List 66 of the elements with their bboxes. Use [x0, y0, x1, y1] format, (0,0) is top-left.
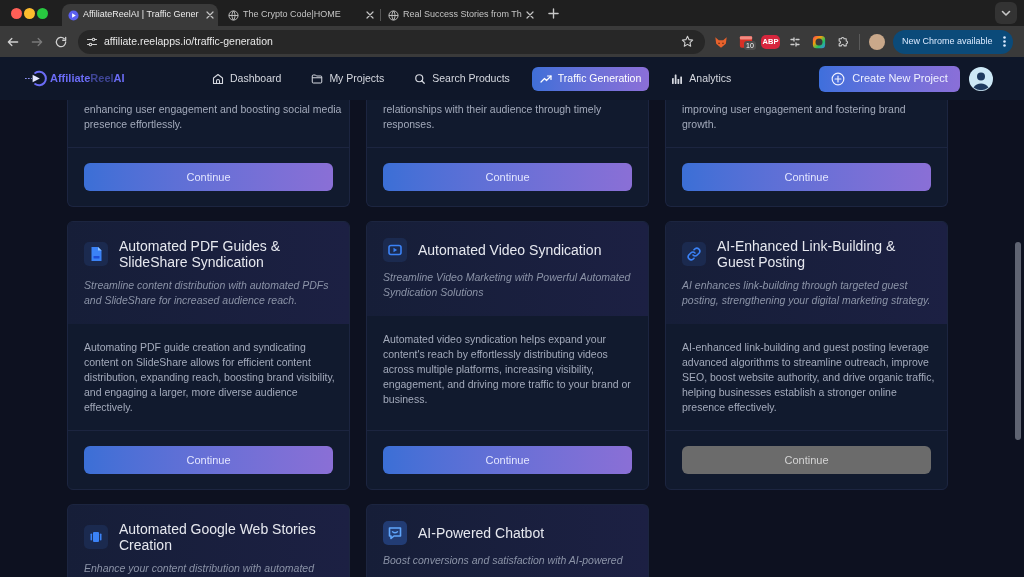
globe-icon [228, 9, 239, 21]
card-subtitle: Streamline content distribution with automated PDFs and SlideShare for increased audience reach. [84, 278, 330, 308]
document-icon [84, 242, 108, 266]
continue-button[interactable]: Continue [682, 163, 931, 191]
chat-icon [383, 521, 407, 545]
folder-icon [311, 72, 324, 85]
card-subtitle: Boost conversions and satisfaction with AI-powered [383, 553, 624, 568]
scrollbar-thumb[interactable] [1015, 242, 1021, 440]
nav-item[interactable]: Dashboard [204, 66, 290, 91]
window-minimize-icon[interactable] [24, 7, 35, 19]
nav-item[interactable]: Search Products [406, 66, 518, 91]
continue-button[interactable]: Continue [84, 163, 333, 191]
logo-icon[interactable] [25, 70, 47, 87]
card-subtitle: Enhance your content distribution with automated [84, 561, 316, 576]
update-button[interactable]: New Chrome available [893, 29, 1013, 54]
star-icon[interactable] [681, 35, 694, 48]
create-project-button[interactable]: Create New Project [819, 65, 960, 92]
nav-item[interactable]: Traffic Generation [531, 66, 650, 91]
fox-icon[interactable] [714, 34, 728, 49]
browser-tab[interactable]: AffiliateReelAI | Traffic Gener [62, 4, 218, 26]
card-subtitle: Streamline Video Marketing with Powerful Automated Syndication Solutions [383, 270, 632, 300]
card-title: AI-Enhanced Link-Building & Guest Posting [717, 238, 897, 270]
play-circle-icon [68, 9, 79, 21]
plus-circle-icon [831, 71, 846, 86]
close-icon[interactable] [366, 11, 374, 19]
card-title: Automated Google Web Stories Creation [119, 521, 317, 553]
bar-chart-icon [671, 72, 684, 85]
puzzle-icon[interactable] [837, 35, 850, 48]
card-subtitle: AI enhances link-building through targeted guest posting, strengthening your digital marketing strategy. [682, 278, 931, 308]
carousel-icon [84, 525, 108, 549]
card-description: improving user engagement and fostering brand growth. [682, 102, 907, 132]
card-description: Automated video syndication helps expand your content's reach by effortlessly distributing videos across multiple platforms, increasing visibility, engagement, and driving more traffic to your brand or business. [383, 332, 632, 407]
address-bar[interactable]: affiliate.reelapps.io/traffic-generation [78, 29, 705, 54]
ring-icon[interactable] [812, 34, 826, 49]
trend-up-icon [539, 72, 552, 85]
card-description: Automating PDF guide creation and syndicating content on SlideShare allows for efficient content distribution, expanding reach, boosting brand visibility, and engaging a larger, more diverse audience effectively. [84, 340, 336, 415]
close-icon[interactable] [526, 11, 534, 19]
chevron-down-icon[interactable] [995, 2, 1017, 24]
continue-button[interactable]: Continue [383, 163, 632, 191]
browser-tab[interactable]: The Crypto Code|HOME [222, 4, 378, 26]
nav-item[interactable]: Analytics [663, 66, 740, 91]
avatar-icon[interactable] [969, 66, 993, 91]
plus-icon[interactable] [548, 7, 559, 19]
browser-tab[interactable]: Real Success Stories from Th [382, 4, 538, 26]
link-icon [682, 242, 706, 266]
card-description: enhancing user engagement and boosting social media presence effortlessly. [84, 102, 343, 132]
sliders-icon[interactable] [789, 35, 801, 48]
globe-icon [388, 9, 399, 21]
window-close-icon[interactable] [11, 7, 22, 19]
home-icon [212, 72, 224, 85]
card-title: Automated PDF Guides & SlideShare Syndication [119, 238, 282, 270]
tune-icon[interactable] [86, 35, 98, 48]
card-title: AI-Powered Chatbot [418, 525, 545, 541]
window-zoom-icon[interactable] [37, 7, 48, 19]
nav-item[interactable]: My Projects [303, 66, 393, 91]
continue-button[interactable]: Continue [383, 446, 632, 474]
logo-text[interactable]: AffiliateReelAI [50, 70, 125, 87]
kebab-menu-icon[interactable] [1003, 36, 1006, 47]
card-description: AI-enhanced link-building and guest posting leverage advanced algorithms to streamline outreach, improve SEO, boost website authority, and drive organic traffic, helping businesses establish a stronger online presence effectively. [682, 340, 935, 415]
card-title: Automated Video Syndication [418, 242, 602, 258]
card-description: relationships with their audience through timely responses. [383, 102, 603, 132]
search-icon [414, 72, 427, 85]
close-icon[interactable] [206, 11, 214, 19]
reload-icon[interactable] [54, 34, 68, 49]
video-play-icon [383, 238, 407, 262]
continue-button[interactable]: Continue [84, 446, 333, 474]
